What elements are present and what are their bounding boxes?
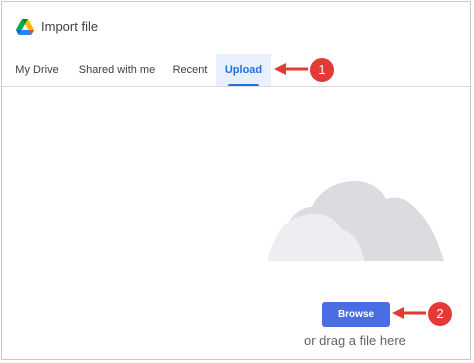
google-drive-logo (16, 19, 34, 35)
browse-button[interactable]: Browse (322, 302, 390, 327)
dialog-title: Import file (41, 19, 99, 34)
annotation-badge-2: 2 (428, 302, 452, 326)
tab-upload[interactable]: Upload (216, 54, 271, 87)
tab-label: Upload (224, 64, 263, 76)
dialog-header: Import file (2, 2, 470, 54)
annotation-arrow-1 (274, 63, 308, 75)
drag-drop-hint: or drag a file here (304, 333, 406, 348)
tab-label: Shared with me (78, 64, 156, 76)
cloud-icon (268, 181, 444, 261)
tab-recent[interactable]: Recent (166, 54, 214, 87)
annotation-arrow-2 (392, 307, 426, 319)
tab-shared-with-me[interactable]: Shared with me (72, 54, 162, 87)
annotation-badge-1: 1 (310, 58, 334, 82)
tab-bar: My Drive Shared with me Recent Upload (2, 54, 470, 87)
tab-label: Recent (172, 64, 208, 76)
tab-my-drive[interactable]: My Drive (6, 54, 68, 87)
tab-label: My Drive (15, 64, 59, 76)
